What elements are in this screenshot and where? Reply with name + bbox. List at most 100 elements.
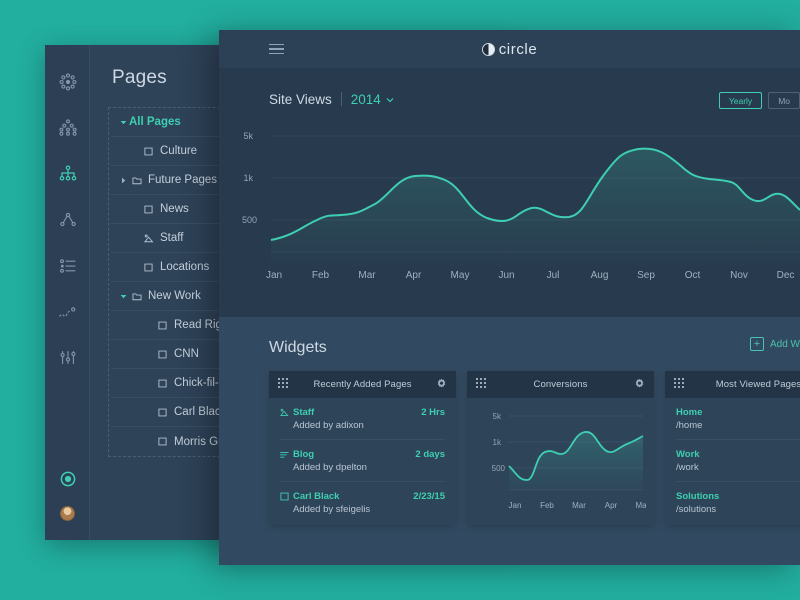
dashboard-topbar: circle [219, 30, 800, 68]
widget-title: Most Viewed Pages [665, 379, 800, 390]
range-button[interactable]: Yearly [719, 92, 762, 109]
list-item-meta: 2 days [415, 449, 445, 460]
list-item-text: Solutions/solutions [676, 491, 719, 515]
list-item[interactable]: Home/home12 [676, 398, 800, 440]
grid-dots-icon[interactable] [45, 105, 90, 151]
list-item-name: Blog [293, 449, 314, 460]
list-item-name: Staff [293, 407, 314, 418]
conversions-chart: 5k1k500JanFebMarAprMay [475, 404, 646, 514]
app-root: Pages All PagesCultureFuture PagesNewsSt… [0, 0, 800, 600]
sitemap-icon[interactable] [45, 151, 90, 197]
icon-rail-top [45, 45, 89, 381]
people-icon [280, 408, 293, 417]
list-item[interactable]: Carl Black2/23/15Added by sfeigelis [280, 482, 445, 523]
list-item-text: Work/work [676, 449, 700, 473]
site-views-year[interactable]: 2014 [351, 92, 381, 107]
widget-body: 5k1k500JanFebMarAprMay [467, 398, 654, 525]
add-widget-label: Add W [770, 339, 800, 350]
gear-icon[interactable] [436, 376, 447, 394]
x-tick-label: Jun [498, 270, 514, 281]
list-item-path: /home [676, 420, 702, 431]
widget-card: Conversions5k1k500JanFebMarAprMay [467, 371, 654, 525]
x-tick-label: Sep [637, 270, 655, 281]
widgets-header: Widgets + Add W [219, 317, 800, 357]
tree-item-label: CNN [174, 348, 199, 360]
icon-rail [45, 45, 90, 540]
site-views-panel: Site Views 2014 Yearly Mo [219, 68, 800, 317]
list-settings-icon[interactable] [45, 243, 90, 289]
drag-grip-icon[interactable] [278, 376, 289, 394]
list-item-sub: Added by adixon [280, 420, 445, 431]
hierarchy-branch-icon[interactable] [45, 197, 90, 243]
y-tick-500: 500 [242, 215, 257, 225]
dashboard-window: circle Site Views 2014 Yearly Mo [219, 30, 800, 565]
trend-line-icon[interactable] [45, 289, 90, 335]
x-tick-label: Mar [358, 270, 376, 281]
y-tick-1k: 1k [243, 173, 253, 183]
list-item-top: Staff2 Hrs [280, 407, 445, 418]
tree-item-label: Locations [160, 261, 209, 273]
x-tick-label: Jan [266, 270, 282, 281]
x-tick-label: Aug [591, 270, 609, 281]
list-item-name: Carl Black [293, 491, 339, 502]
x-tick-label: Nov [730, 270, 748, 281]
list-item-top: Blog 2 days [280, 449, 445, 460]
tree-item-label: Culture [160, 145, 197, 157]
list-item-path: /work [676, 462, 700, 473]
nodes-cluster-icon[interactable] [45, 59, 90, 105]
sliders-icon[interactable] [45, 335, 90, 381]
chevron-right-icon[interactable] [117, 177, 129, 184]
list-item-text: Home/home [676, 407, 702, 431]
x-tick-label: Jul [547, 270, 560, 281]
svg-text:1k: 1k [493, 438, 502, 447]
drag-grip-icon[interactable] [476, 376, 487, 394]
hamburger-icon[interactable] [269, 44, 284, 55]
lines-icon [280, 451, 293, 459]
svg-text:5k: 5k [493, 412, 502, 421]
widget-card: Most Viewed PagesHome/home12Work/work11S… [665, 371, 800, 525]
page-icon [141, 147, 156, 156]
widget-header: Most Viewed Pages [665, 371, 800, 398]
widgets-title: Widgets [269, 339, 327, 357]
site-views-title: Site Views [269, 92, 332, 107]
chevron-down-icon[interactable] [117, 120, 129, 125]
list-item[interactable]: Staff2 Hrs Added by adixon [280, 398, 445, 440]
list-item[interactable]: Blog 2 days Added by dpelton [280, 440, 445, 482]
site-views-x-axis: JanFebMarAprMayJunJulAugSepOctNovDec [219, 264, 800, 288]
svg-text:Mar: Mar [572, 501, 586, 510]
page-icon [155, 321, 170, 330]
list-item-top: Carl Black 2/23/15 [280, 491, 445, 502]
avatar[interactable] [45, 496, 90, 530]
folder-icon [129, 292, 144, 301]
list-item-path: /solutions [676, 504, 719, 515]
people-icon [141, 234, 156, 243]
list-item[interactable]: Solutions/solutions11 [676, 482, 800, 523]
page-icon [141, 263, 156, 272]
widget-body: Home/home12Work/work11Solutions/solution… [665, 398, 800, 523]
widget-row: Recently Added Pages Staff2 Hrs Added by a… [219, 357, 800, 525]
svg-text:Apr: Apr [605, 501, 618, 510]
list-item-meta: 2/23/15 [413, 491, 445, 502]
svg-text:Feb: Feb [540, 501, 554, 510]
y-tick-5k: 5k [243, 131, 253, 141]
list-item[interactable]: Work/work11 [676, 440, 800, 482]
widget-title: Recently Added Pages [269, 379, 456, 390]
circle-logo-icon [482, 43, 495, 56]
drag-grip-icon[interactable] [674, 376, 685, 394]
tree-item-label: Chick-fil-a [174, 377, 225, 389]
range-toggle: Yearly Mo [719, 92, 800, 109]
chevron-down-icon[interactable] [386, 90, 394, 108]
widget-title: Conversions [467, 379, 654, 390]
gear-icon[interactable] [634, 376, 645, 394]
x-tick-label: Dec [777, 270, 795, 281]
icon-rail-bottom [45, 462, 90, 530]
range-button[interactable]: Mo [768, 92, 800, 109]
widget-header: Conversions [467, 371, 654, 398]
list-item-sub: Added by dpelton [280, 462, 445, 473]
widget-card: Recently Added Pages Staff2 Hrs Added by a… [269, 371, 456, 525]
status-ring-icon[interactable] [45, 462, 90, 496]
x-tick-label: Feb [312, 270, 330, 281]
chevron-down-icon[interactable] [117, 294, 129, 299]
add-widget-button[interactable]: + Add W [750, 337, 800, 351]
page-icon [155, 379, 170, 388]
